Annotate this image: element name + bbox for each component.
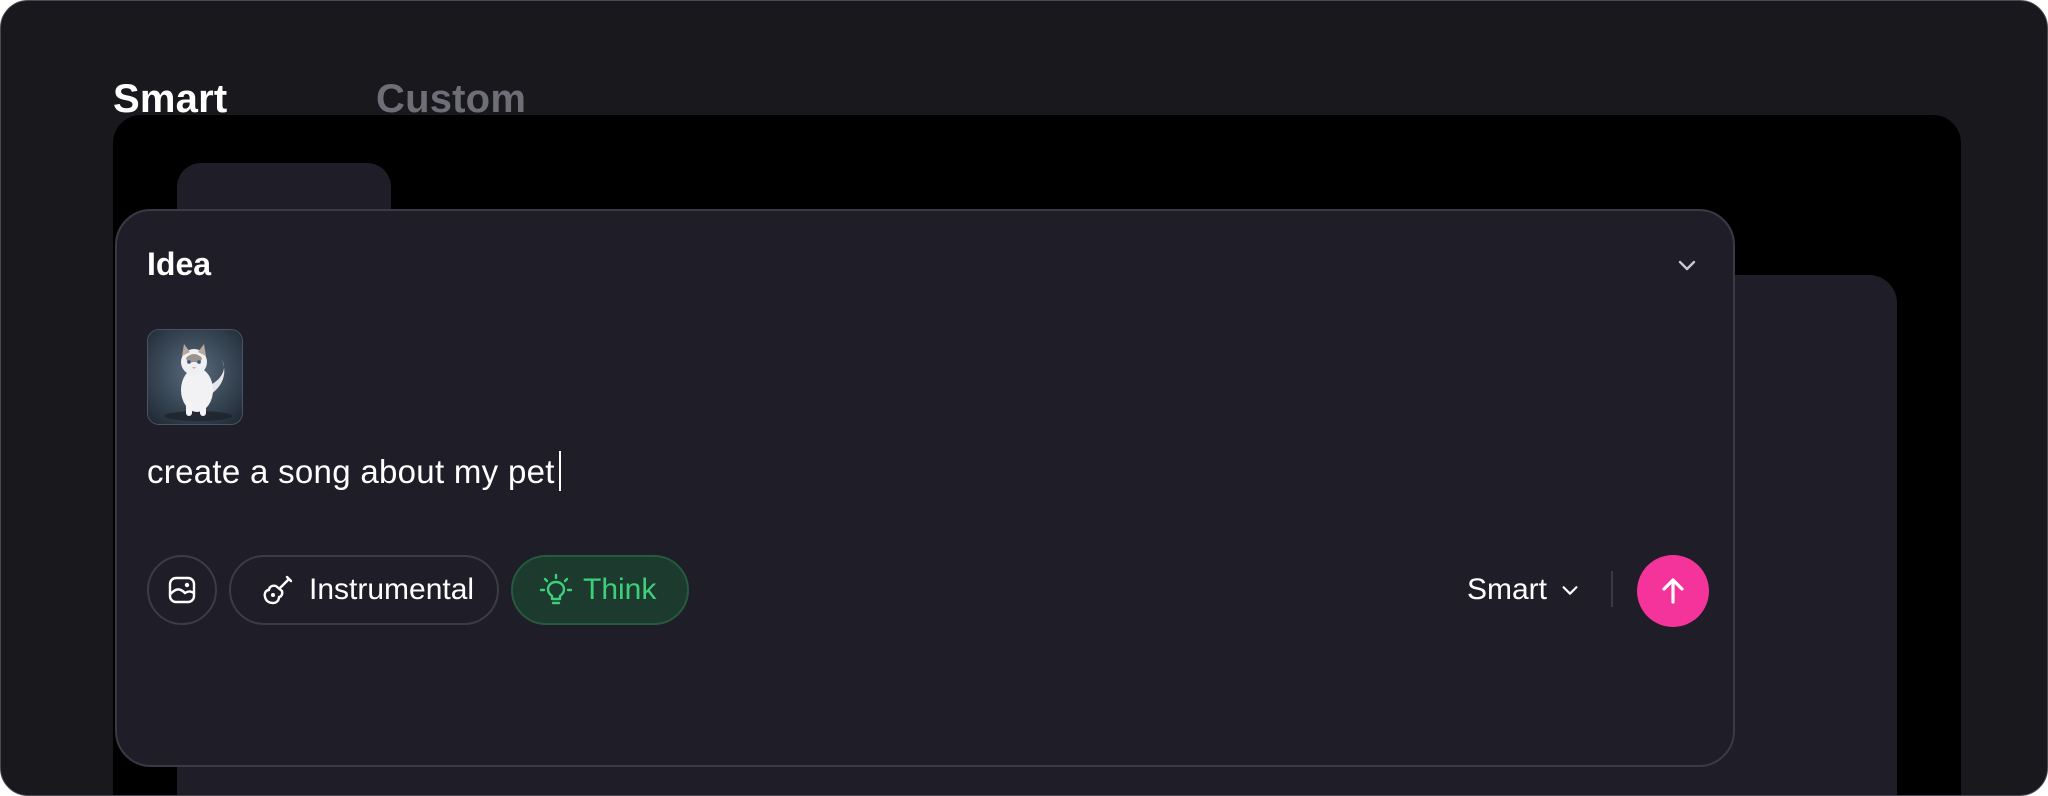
- chevron-down-icon: [1562, 586, 1578, 595]
- think-label: Think: [583, 573, 657, 606]
- toolbar-divider: [1611, 571, 1613, 607]
- card-title: Idea: [147, 246, 212, 282]
- add-image-button[interactable]: [147, 555, 217, 625]
- tab-smart-label[interactable]: Smart: [113, 77, 227, 122]
- app-frame: Smart Custom Idea create a song about my…: [0, 0, 2048, 796]
- arrow-up-icon: [1662, 578, 1684, 604]
- guitar-icon: [263, 575, 293, 605]
- cat-photo-thumbnail: [148, 330, 242, 424]
- mode-select[interactable]: Smart: [1467, 561, 1581, 619]
- tab-custom[interactable]: Custom: [376, 77, 526, 122]
- instrumental-toggle[interactable]: Instrumental: [229, 555, 499, 625]
- send-button[interactable]: [1637, 555, 1709, 627]
- image-icon: [168, 576, 196, 604]
- mode-select-label: Smart: [1467, 573, 1548, 606]
- attachment-thumbnail[interactable]: [147, 329, 243, 425]
- prompt-text: create a song about my pet: [147, 453, 555, 490]
- text-caret: [558, 451, 561, 491]
- chevron-down-icon[interactable]: [1675, 253, 1699, 277]
- think-toggle[interactable]: Think: [511, 555, 689, 625]
- prompt-input[interactable]: create a song about my pet: [147, 451, 561, 491]
- idea-card: Idea create a song about my pet Instrume…: [115, 209, 1735, 767]
- lightbulb-icon: [539, 573, 573, 605]
- instrumental-label: Instrumental: [309, 573, 475, 606]
